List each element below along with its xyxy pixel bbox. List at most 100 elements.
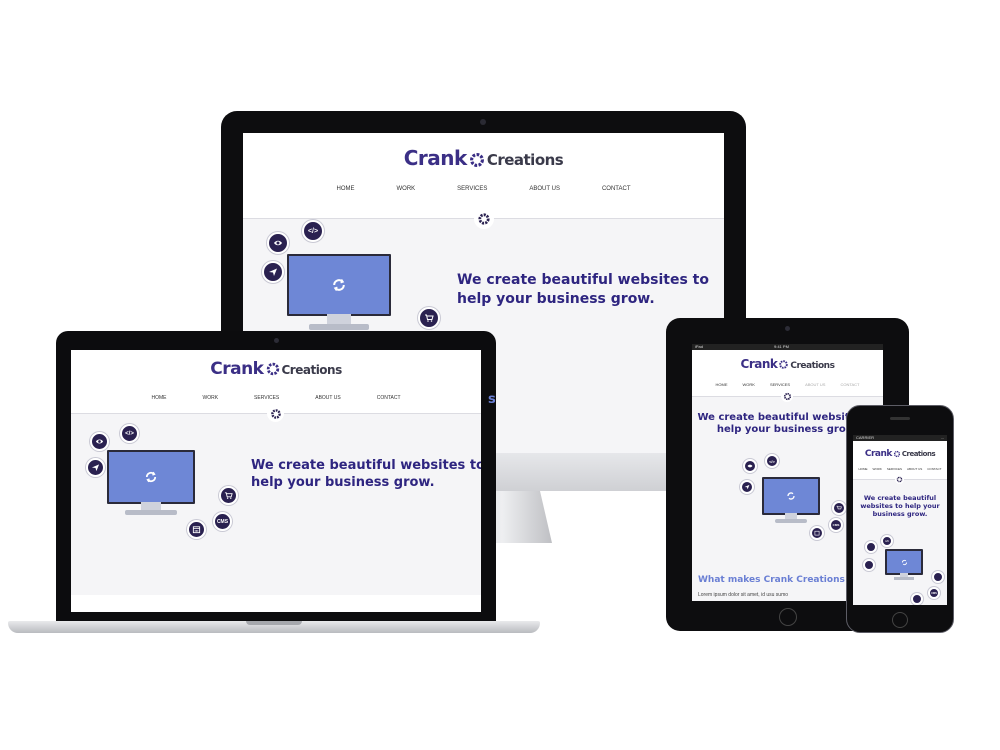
nav-about[interactable]: ABOUT US: [805, 382, 825, 387]
nav-work[interactable]: WORK: [872, 467, 881, 471]
status-carrier: iPad: [695, 344, 704, 349]
hero-line-1: We create beautiful websites to: [457, 272, 709, 288]
eye-icon: [865, 541, 877, 553]
nav-contact[interactable]: CONTACT: [602, 186, 631, 192]
site-logo[interactable]: Crank Creations: [853, 449, 947, 459]
phone-screen: CARRIER ... Crank Creations HOME WORK SER…: [853, 435, 947, 605]
hero-line-2: help your business grow.: [251, 475, 435, 490]
hero-line-2: websites to help your: [860, 502, 940, 510]
nav-home[interactable]: HOME: [715, 382, 727, 387]
laptop-notch: [246, 621, 302, 625]
site-header: Crank Creations HOME WORK SERVICES ABOUT …: [243, 133, 724, 219]
logo-word-crank: Crank: [740, 357, 778, 371]
screen-footer-band: [71, 595, 481, 612]
home-button[interactable]: [892, 612, 908, 628]
monitor-illustration: [287, 254, 391, 336]
section-title: What makes Crank Creations: [698, 575, 845, 585]
camera-dot: [274, 338, 279, 343]
logo-word-creations: Creations: [790, 361, 835, 371]
send-icon: [863, 559, 875, 571]
main-nav: HOME WORK SERVICES ABOUT US CONTACT: [243, 186, 724, 192]
nav-gear-icon: [781, 390, 793, 402]
cart-icon: [832, 501, 846, 515]
logo-word-creations: Creations: [901, 450, 936, 458]
cart-icon: [932, 571, 944, 583]
desktop-peek-text: s: [488, 392, 496, 407]
speaker-slot: [890, 417, 910, 420]
hero-headline: We create beautiful websites to help you…: [457, 271, 709, 309]
send-icon: [740, 480, 754, 494]
hero-line-2: help your business grow.: [457, 291, 655, 307]
nav-services[interactable]: SERVICES: [887, 467, 902, 471]
camera-dot: [785, 326, 790, 331]
main-nav: HOME WORK SERVICES ABOUT US CONTACT: [692, 382, 883, 387]
eye-icon: [90, 432, 109, 451]
hero-headline: We create beautiful websites to help you…: [853, 494, 947, 518]
hero-line-3: business grow.: [872, 510, 928, 518]
send-icon: [262, 261, 284, 283]
logo-word-crank: Crank: [210, 359, 264, 379]
monitor-illustration: [762, 477, 820, 525]
nav-gear-icon: [474, 209, 494, 229]
nav-home[interactable]: HOME: [858, 467, 867, 471]
monitor-illustration: [885, 549, 923, 581]
nav-work[interactable]: WORK: [396, 186, 415, 192]
site-logo[interactable]: Crank Creations: [243, 146, 724, 170]
send-icon: [86, 458, 105, 477]
status-battery: ...: [940, 435, 944, 440]
cms-icon: CMS: [829, 518, 843, 532]
logo-word-creations: Creations: [486, 151, 564, 169]
laptop-screen: Crank Creations HOME WORK SERVICES ABOUT …: [71, 350, 481, 612]
code-icon: </>: [302, 220, 324, 242]
calendar-icon: [810, 526, 824, 540]
monitor-illustration: [107, 450, 195, 520]
site-logo[interactable]: Crank Creations: [692, 357, 883, 371]
hero-line-1: We create beautiful: [863, 494, 937, 502]
gear-icon: [893, 450, 901, 458]
eye-icon: [743, 459, 757, 473]
laptop: Crank Creations HOME WORK SERVICES ABOUT …: [8, 331, 540, 643]
section-body-text: Lorem ipsum dolor sit amet, id usu sumo: [698, 592, 789, 598]
nav-about[interactable]: ABOUT US: [907, 467, 922, 471]
home-button[interactable]: [779, 608, 797, 626]
gear-icon: [265, 361, 281, 377]
nav-about[interactable]: ABOUT US: [529, 186, 560, 192]
hero-line-1: We create beautiful websites to: [251, 458, 481, 473]
nav-gear-icon: [895, 475, 904, 484]
nav-services[interactable]: SERVICES: [457, 186, 487, 192]
nav-home[interactable]: HOME: [336, 186, 354, 192]
code-icon: </>: [881, 535, 893, 547]
main-nav: HOME WORK SERVICES ABOUT US CONTACT: [71, 395, 481, 401]
eye-icon: [267, 232, 289, 254]
status-time: 9:41 PM: [774, 344, 789, 349]
logo-word-creations: Creations: [281, 363, 343, 377]
cms-icon: CMS: [928, 587, 940, 599]
cart-icon: [418, 307, 440, 329]
nav-work[interactable]: WORK: [202, 395, 218, 401]
code-icon: </>: [765, 454, 779, 468]
nav-about[interactable]: ABOUT US: [315, 395, 340, 401]
status-carrier: CARRIER: [856, 435, 875, 440]
cart-icon: [219, 486, 238, 505]
hero-headline: We create beautiful websites to help you…: [251, 457, 481, 491]
nav-work[interactable]: WORK: [742, 382, 754, 387]
nav-home[interactable]: HOME: [151, 395, 166, 401]
gear-icon: [778, 359, 789, 370]
nav-services[interactable]: SERVICES: [770, 382, 790, 387]
calendar-icon: [187, 520, 206, 539]
main-nav: HOME WORK SERVICES ABOUT US CONTACT: [853, 467, 947, 471]
site-logo[interactable]: Crank Creations: [71, 359, 481, 379]
camera-dot: [480, 119, 486, 125]
nav-services[interactable]: SERVICES: [254, 395, 279, 401]
nav-gear-icon: [267, 405, 284, 422]
logo-word-crank: Crank: [864, 449, 893, 459]
calendar-icon: [911, 593, 923, 605]
logo-word-crank: Crank: [403, 146, 468, 170]
code-icon: </>: [120, 424, 139, 443]
gear-icon: [468, 151, 486, 169]
cms-icon: CMS: [213, 512, 232, 531]
phone: CARRIER ... Crank Creations HOME WORK SER…: [846, 405, 954, 633]
nav-contact[interactable]: CONTACT: [377, 395, 401, 401]
nav-contact[interactable]: CONTACT: [927, 467, 941, 471]
nav-contact[interactable]: CONTACT: [840, 382, 859, 387]
